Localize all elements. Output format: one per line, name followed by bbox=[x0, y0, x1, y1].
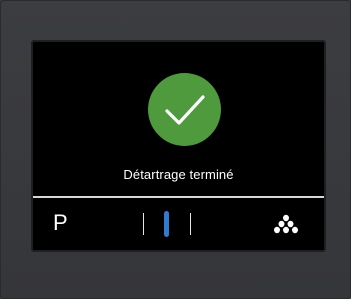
checkmark-icon bbox=[164, 94, 205, 125]
success-badge bbox=[148, 73, 221, 146]
program-button[interactable]: P bbox=[53, 210, 68, 236]
strength-level-2-selected bbox=[164, 211, 169, 237]
strength-level-1-marker bbox=[143, 213, 144, 235]
display-screen: Détartrage terminé P bbox=[31, 40, 326, 252]
strength-selector[interactable] bbox=[141, 211, 197, 237]
bottom-bar: P bbox=[33, 198, 324, 250]
strength-level-3-marker bbox=[190, 213, 191, 235]
status-message: Détartrage terminé bbox=[123, 167, 234, 182]
aroma-button[interactable] bbox=[273, 213, 299, 235]
machine-bezel: Détartrage terminé P bbox=[0, 0, 351, 299]
coffee-beans-icon bbox=[274, 214, 298, 234]
